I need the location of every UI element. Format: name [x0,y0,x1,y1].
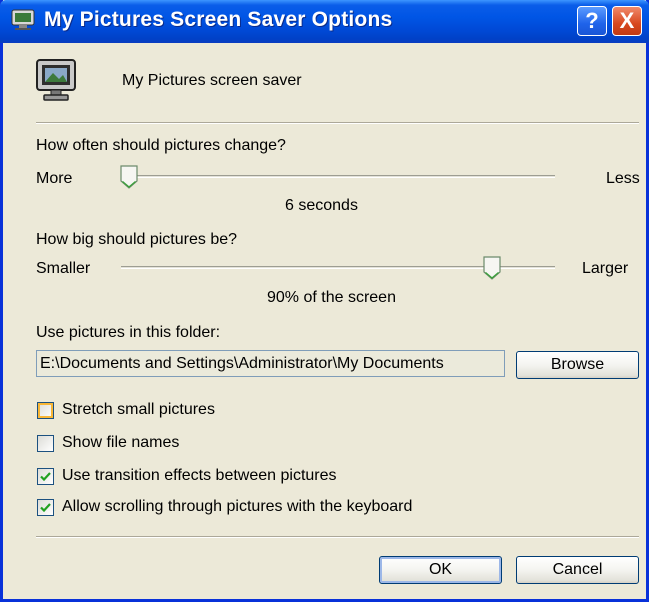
stretch-pictures-label[interactable]: Stretch small pictures [62,401,215,419]
change-interval-question: How often should pictures change? [36,137,286,154]
window-title: My Pictures Screen Saver Options [44,8,393,31]
slider-min-label: Smaller [36,260,91,277]
picture-size-slider-thumb[interactable] [483,256,501,280]
help-button[interactable]: ? [577,6,607,36]
transition-effects-checkbox[interactable] [37,468,54,485]
change-interval-track[interactable] [121,175,555,178]
change-interval-value: 6 seconds [285,197,358,214]
transition-effects-label[interactable]: Use transition effects between pictures [62,467,337,485]
screensaver-name: My Pictures screen saver [122,72,302,89]
slider-min-label: More [36,170,73,187]
keyboard-scrolling-label[interactable]: Allow scrolling through pictures with th… [62,498,412,516]
picture-size-question: How big should pictures be? [36,231,238,248]
divider [36,536,639,538]
cancel-button[interactable]: Cancel [516,556,639,584]
change-interval-slider-thumb[interactable] [120,165,138,189]
monitor-icon [11,9,35,30]
title-bar[interactable]: My Pictures Screen Saver Options ? X [0,0,649,43]
show-file-names-checkbox[interactable] [37,435,54,452]
keyboard-scrolling-checkbox[interactable] [37,499,54,516]
check-mark-icon [40,503,51,513]
close-button[interactable]: X [612,6,642,36]
picture-size-value: 90% of the screen [267,289,396,306]
folder-label: Use pictures in this folder: [36,324,221,341]
ok-button[interactable]: OK [379,556,502,584]
slider-max-label: Larger [582,260,629,277]
folder-path-field[interactable]: E:\Documents and Settings\Administrator\… [36,350,505,377]
stretch-pictures-checkbox[interactable] [37,402,54,419]
check-mark-icon [40,472,51,482]
browse-button[interactable]: Browse [516,351,639,379]
divider [36,122,639,124]
dialog-window: My Pictures Screen Saver Options ? X My … [0,0,649,602]
show-file-names-label[interactable]: Show file names [62,434,179,452]
monitor-icon [36,59,76,101]
slider-max-label: Less [606,170,640,187]
